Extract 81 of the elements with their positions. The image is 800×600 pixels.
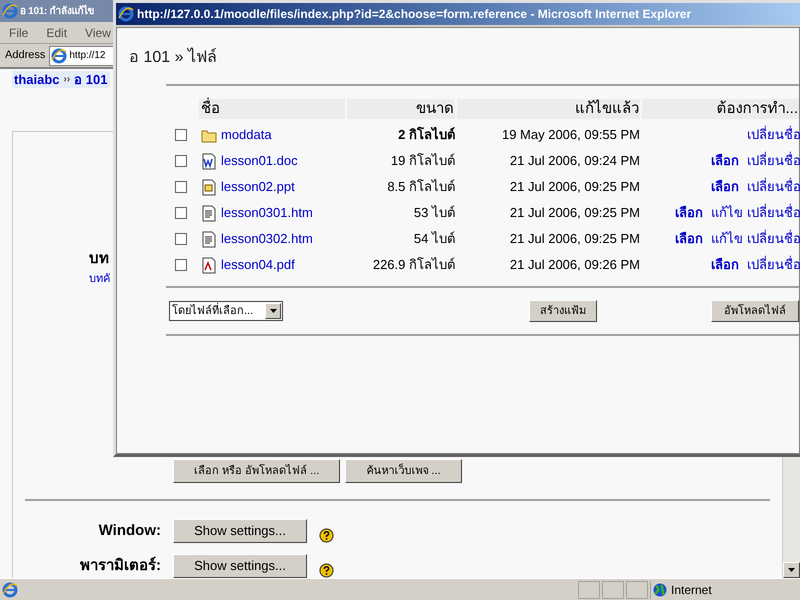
column-header: ต้องการทำ... bbox=[642, 99, 799, 119]
globe-icon bbox=[653, 582, 667, 596]
rename-link[interactable]: เปลี่ยนชื่อ bbox=[747, 125, 800, 145]
upload-file-button[interactable]: อัพโหลดไฟล์ bbox=[711, 300, 799, 322]
pdf-file-icon bbox=[201, 256, 217, 274]
setting-label: Window: bbox=[98, 520, 161, 541]
rename-link[interactable]: เปลี่ยนชื่อ bbox=[747, 229, 800, 249]
row-checkbox[interactable] bbox=[175, 207, 187, 219]
rename-link[interactable]: เปลี่ยนชื่อ bbox=[747, 151, 800, 171]
window-title: อ 101: กำลังแก้ไข bbox=[20, 4, 94, 18]
file-size: 2 กิโลไบต์ bbox=[397, 126, 456, 144]
edit-link[interactable]: แก้ไข bbox=[711, 203, 743, 223]
file-name-link[interactable]: lesson04.pdf bbox=[221, 255, 295, 275]
choose-link[interactable]: เลือก bbox=[675, 203, 703, 223]
choose-link[interactable]: เลือก bbox=[711, 151, 739, 171]
file-size: 226.9 กิโลไบต์ bbox=[372, 256, 456, 274]
file-name-link[interactable]: lesson01.doc bbox=[221, 151, 298, 171]
browser-icon bbox=[2, 3, 18, 19]
file-name-link[interactable]: moddata bbox=[221, 125, 272, 145]
text-file-icon bbox=[201, 204, 217, 222]
column-header: แก้ไขแล้ว bbox=[457, 99, 640, 119]
menu-item[interactable]: Edit bbox=[46, 24, 68, 42]
row-checkbox[interactable] bbox=[175, 129, 187, 141]
modified-date: 21 Jul 2006, 09:25 PM bbox=[508, 204, 641, 222]
presentation-file-icon bbox=[201, 178, 217, 196]
choose-link[interactable]: เลือก bbox=[711, 255, 739, 275]
setting-label: พารามิเตอร์: bbox=[79, 556, 161, 576]
row-checkbox[interactable] bbox=[175, 233, 187, 245]
zone-label: Internet bbox=[671, 582, 712, 598]
show-settings-button[interactable]: Show settings... bbox=[173, 519, 307, 543]
file-size: 53 ไบต์ bbox=[412, 204, 456, 222]
modified-date: 21 Jul 2006, 09:25 PM bbox=[508, 178, 641, 196]
text-file-icon bbox=[201, 230, 217, 248]
column-header: ขนาด bbox=[347, 99, 455, 119]
rename-link[interactable]: เปลี่ยนชื่อ bbox=[747, 255, 800, 275]
modified-date: 21 Jul 2006, 09:26 PM bbox=[508, 256, 641, 274]
down-arrow-icon bbox=[788, 568, 795, 572]
breadcrumb-separator: ›› bbox=[64, 73, 70, 87]
column-header: ชื่อ bbox=[199, 99, 345, 119]
browser-icon bbox=[118, 6, 134, 22]
modified-date: 21 Jul 2006, 09:25 PM bbox=[508, 230, 641, 248]
rename-link[interactable]: เปลี่ยนชื่อ bbox=[747, 203, 800, 223]
help-icon[interactable] bbox=[319, 562, 334, 578]
field-label: บท bbox=[89, 249, 109, 269]
field-help-link[interactable]: บทคั bbox=[89, 270, 110, 287]
create-folder-button[interactable]: สร้างแฟ้ม bbox=[529, 300, 597, 322]
edit-link[interactable]: แก้ไข bbox=[711, 229, 743, 249]
page-icon bbox=[2, 582, 18, 598]
file-name-link[interactable]: lesson02.ppt bbox=[221, 177, 295, 197]
address-label: Address bbox=[5, 48, 46, 64]
scroll-down-button[interactable] bbox=[783, 562, 800, 578]
window-title: http://127.0.0.1/moodle/files/index.php?id=2&choose=form.reference - Microsoft Internet Explorer bbox=[137, 6, 692, 23]
help-icon[interactable] bbox=[319, 528, 334, 542]
file-size: 19 กิโลไบต์ bbox=[390, 152, 456, 170]
row-checkbox[interactable] bbox=[175, 259, 187, 271]
dropdown-arrow-icon bbox=[270, 309, 276, 313]
file-size: 8.5 กิโลไบต์ bbox=[386, 178, 456, 196]
status-panel bbox=[626, 580, 648, 598]
choose-link[interactable]: เลือก bbox=[675, 229, 703, 249]
status-panel bbox=[578, 580, 600, 598]
breadcrumb-link[interactable]: thaiabc bbox=[14, 70, 60, 90]
status-panel bbox=[602, 580, 624, 598]
breadcrumb-link[interactable]: อ 101 bbox=[74, 70, 108, 90]
row-checkbox[interactable] bbox=[175, 181, 187, 193]
page-icon bbox=[51, 48, 68, 64]
modified-date: 19 May 2006, 09:55 PM bbox=[500, 126, 641, 144]
file-name-link[interactable]: lesson0302.htm bbox=[221, 229, 313, 249]
rename-link[interactable]: เปลี่ยนชื่อ bbox=[747, 177, 800, 197]
reference-button[interactable]: เลือก หรือ อัพโหลดไฟล์ ... bbox=[173, 459, 340, 483]
menu-item[interactable]: File bbox=[9, 24, 28, 42]
page-breadcrumb: อ 101 » ไฟล์ bbox=[129, 46, 218, 68]
bulk-action-select[interactable]: โดยไฟล์ที่เลือก... bbox=[169, 301, 283, 321]
row-checkbox[interactable] bbox=[175, 155, 187, 167]
show-settings-button[interactable]: Show settings... bbox=[173, 554, 307, 578]
file-name-link[interactable]: lesson0301.htm bbox=[221, 203, 313, 223]
modified-date: 21 Jul 2006, 09:24 PM bbox=[508, 152, 641, 170]
file-size: 54 ไบต์ bbox=[412, 230, 456, 248]
word-document-icon bbox=[201, 152, 217, 170]
menu-item[interactable]: View bbox=[85, 24, 111, 42]
choose-link[interactable]: เลือก bbox=[711, 177, 739, 197]
reference-button[interactable]: ค้นหาเว็บเพจ ... bbox=[345, 459, 462, 483]
